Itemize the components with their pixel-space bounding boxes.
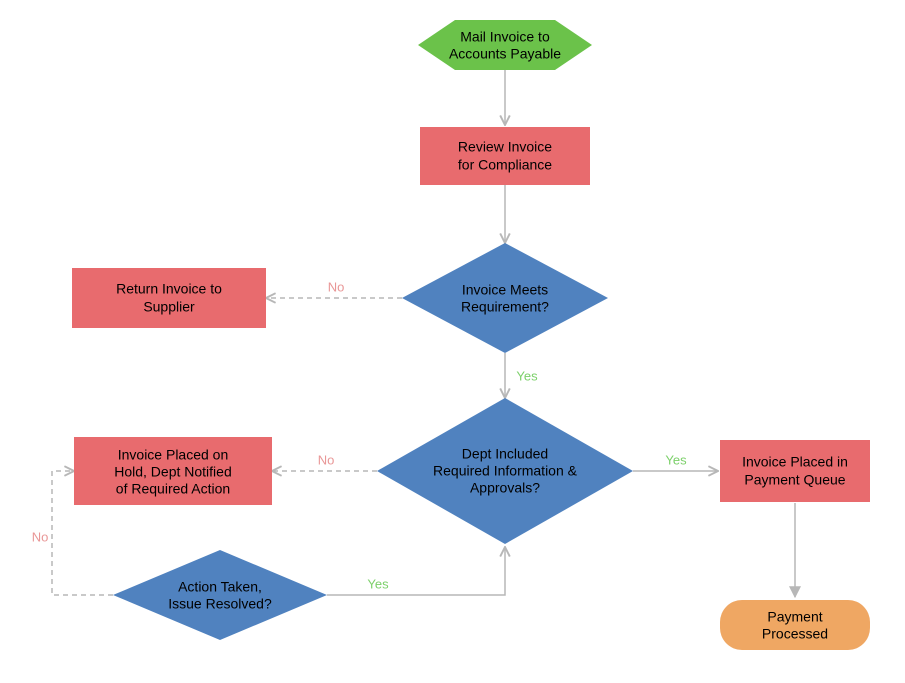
node-return: Return Invoice to Supplier (72, 268, 266, 328)
node-review-line2: for Compliance (458, 157, 552, 173)
node-meets-line1: Invoice Meets (462, 282, 548, 298)
node-dept-line1: Dept Included (462, 446, 548, 462)
node-queue-line2: Payment Queue (744, 472, 845, 488)
node-hold-line2: Hold, Dept Notified (114, 464, 232, 480)
node-start: Mail Invoice to Accounts Payable (418, 20, 604, 70)
node-hold-line3: of Required Action (116, 481, 230, 497)
node-action: Action Taken, Issue Resolved? (113, 550, 327, 640)
node-start-line1: Mail Invoice to (460, 29, 550, 45)
node-queue-line1: Invoice Placed in (742, 454, 848, 470)
node-processed-line2: Processed (762, 626, 828, 642)
node-review-line1: Review Invoice (458, 139, 552, 155)
node-queue: Invoice Placed in Payment Queue (720, 440, 870, 502)
node-dept-line3: Approvals? (470, 480, 540, 496)
node-meets-line2: Requirement? (461, 299, 549, 315)
edge-dept-yes-label: Yes (665, 452, 687, 467)
edge-action-no-label: No (32, 529, 49, 544)
node-dept: Dept Included Required Information & App… (377, 398, 633, 544)
node-meets: Invoice Meets Requirement? (402, 243, 608, 353)
edge-meets-no-label: No (328, 279, 345, 294)
node-action-line2: Issue Resolved? (168, 596, 272, 612)
node-action-line1: Action Taken, (178, 579, 262, 595)
node-dept-line2: Required Information & (433, 463, 578, 479)
flowchart: No Yes No Yes Yes No Mail Invoice to Acc… (0, 0, 905, 683)
edge-action-yes-label: Yes (367, 576, 389, 591)
node-hold: Invoice Placed on Hold, Dept Notified of… (74, 437, 272, 505)
node-start-line2: Accounts Payable (449, 46, 561, 62)
node-processed: Payment Processed (720, 600, 870, 650)
edge-meets-yes-label: Yes (516, 368, 538, 383)
node-return-line1: Return Invoice to (116, 281, 222, 297)
node-review: Review Invoice for Compliance (420, 127, 590, 185)
node-hold-line1: Invoice Placed on (118, 447, 229, 463)
edge-dept-no-label: No (318, 452, 335, 467)
node-processed-line1: Payment (767, 609, 822, 625)
edge-action-yes (327, 547, 505, 595)
node-return-line2: Supplier (143, 299, 195, 315)
